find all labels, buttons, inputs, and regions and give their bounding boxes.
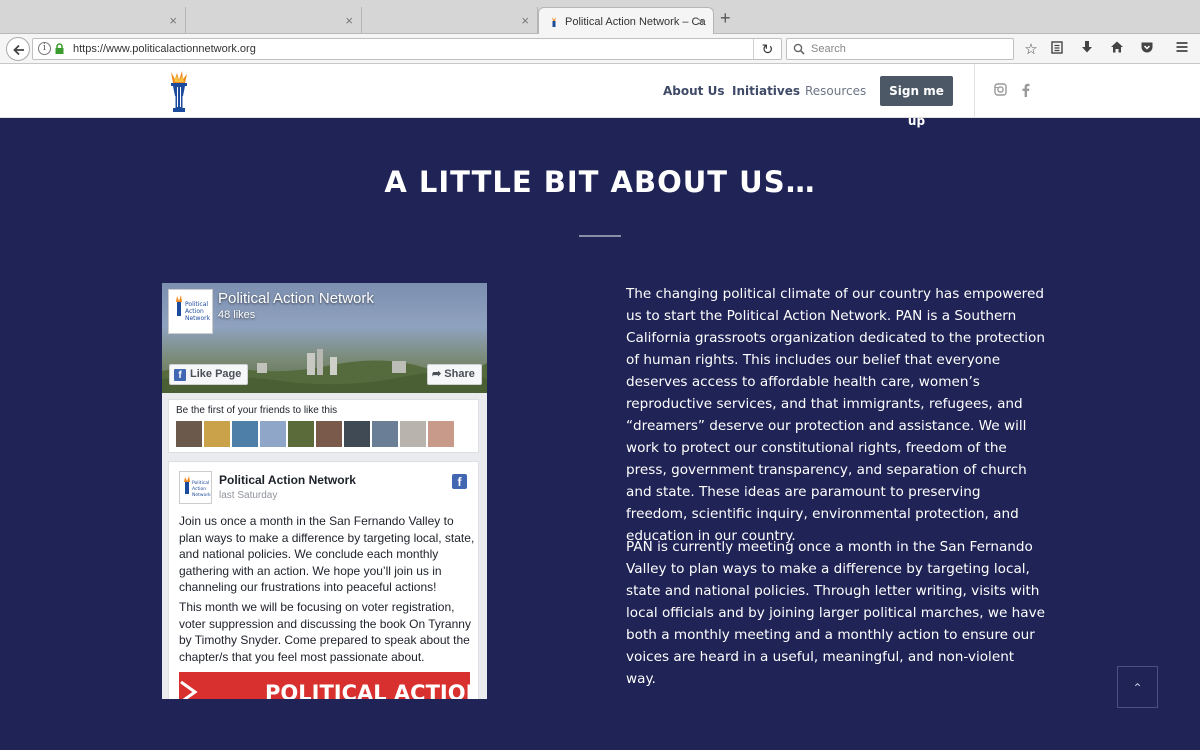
arrow-graphic-icon: [180, 680, 198, 699]
browser-tab[interactable]: ×: [362, 7, 538, 34]
reload-icon[interactable]: ↻: [753, 39, 781, 59]
share-label: Share: [444, 368, 475, 380]
browser-tab[interactable]: ×: [0, 7, 186, 34]
lock-icon: [55, 43, 64, 54]
friend-avatar[interactable]: [232, 421, 258, 447]
post-paragraph: Join us once a month in the San Fernando…: [179, 514, 475, 594]
arrow-left-icon: [13, 44, 24, 56]
friend-avatar[interactable]: [288, 421, 314, 447]
search-icon: [793, 43, 805, 55]
fb-page-name[interactable]: Political Action Network: [218, 290, 374, 307]
bookmark-star-icon[interactable]: ☆: [1022, 40, 1040, 58]
browser-tab[interactable]: ×: [186, 7, 362, 34]
about-paragraph: PAN is currently meeting once a month in…: [626, 539, 1045, 687]
friends-like-box: Be the first of your friends to like thi…: [168, 399, 479, 453]
share-arrow-icon: ➦: [432, 368, 445, 380]
facebook-f-icon: f: [174, 369, 186, 381]
title-divider: [579, 235, 621, 237]
instagram-icon[interactable]: [994, 83, 1007, 99]
like-page-button[interactable]: f Like Page: [169, 364, 249, 385]
share-button[interactable]: ➦ Share: [427, 364, 482, 385]
site-header: About Us Initiatives Resources Sign me u…: [0, 64, 1200, 128]
home-icon[interactable]: [1108, 40, 1126, 58]
facebook-logo-icon[interactable]: f: [452, 474, 467, 489]
search-input[interactable]: Search: [786, 38, 1014, 60]
tab-close-icon[interactable]: ×: [697, 14, 705, 29]
svg-text:Action: Action: [185, 308, 204, 315]
browser-tab-bar: × × × Political Action Network – Ca × +: [0, 0, 1200, 34]
nav-initiatives[interactable]: Initiatives: [732, 84, 800, 98]
url-bar[interactable]: i https://www.politicalactionnetwork.org…: [32, 38, 782, 60]
section-title: A LITTLE BIT ABOUT US…: [384, 165, 816, 199]
post-paragraph: This month we will be focusing on voter …: [179, 600, 471, 664]
post-timestamp[interactable]: last Saturday: [219, 490, 277, 501]
browser-nav-bar: i https://www.politicalactionnetwork.org…: [0, 34, 1200, 64]
page-profile-thumbnail[interactable]: Political Action Network: [168, 289, 213, 334]
nav-resources[interactable]: Resources: [805, 84, 866, 98]
post-banner-text: POLITICAL ACTION: [265, 681, 470, 699]
svg-text:Political: Political: [185, 301, 208, 308]
friend-avatar[interactable]: [316, 421, 342, 447]
new-tab-button[interactable]: +: [720, 9, 731, 27]
like-page-label: Like Page: [190, 368, 242, 380]
chevron-up-icon: ⌃: [1132, 681, 1143, 695]
fb-likes-count: 48 likes: [218, 309, 256, 321]
post-author-name[interactable]: Political Action Network: [219, 473, 356, 487]
about-paragraph: The changing political climate of our co…: [626, 286, 1045, 544]
tab-close-icon[interactable]: ×: [169, 13, 177, 28]
reading-list-icon[interactable]: [1048, 40, 1066, 58]
tab-title: Political Action Network – Ca: [565, 16, 706, 28]
sign-me-up-button[interactable]: Sign me up: [880, 76, 953, 128]
facebook-cover-photo: Political Action Network Political Actio…: [162, 283, 487, 393]
friend-avatar[interactable]: [176, 421, 202, 447]
tab-close-icon[interactable]: ×: [521, 13, 529, 28]
search-placeholder: Search: [811, 43, 846, 55]
svg-text:Network: Network: [192, 492, 211, 498]
post-author-thumbnail[interactable]: Political Action Network: [179, 471, 212, 504]
friend-avatar[interactable]: [204, 421, 230, 447]
svg-text:Network: Network: [185, 315, 211, 322]
tab-close-icon[interactable]: ×: [345, 13, 353, 28]
svg-text:Action: Action: [192, 486, 206, 492]
svg-text:Political: Political: [192, 480, 209, 486]
friend-avatar[interactable]: [260, 421, 286, 447]
torch-logo[interactable]: [165, 70, 193, 114]
download-icon[interactable]: [1078, 40, 1096, 58]
info-icon[interactable]: i: [38, 42, 51, 55]
post-image[interactable]: POLITICAL ACTION: [179, 672, 470, 699]
friend-avatar[interactable]: [400, 421, 426, 447]
nav-about-us[interactable]: About Us: [663, 84, 724, 98]
url-text[interactable]: https://www.politicalactionnetwork.org: [73, 43, 256, 55]
torch-favicon-icon: [552, 17, 556, 27]
scroll-to-top-button[interactable]: ⌃: [1117, 666, 1158, 708]
hamburger-menu-icon[interactable]: [1173, 40, 1191, 58]
facebook-post: Political Action Network Political Actio…: [168, 461, 479, 699]
browser-tab-active[interactable]: Political Action Network – Ca ×: [538, 7, 714, 34]
friend-avatar[interactable]: [372, 421, 398, 447]
facebook-page-widget[interactable]: Political Action Network Political Actio…: [162, 283, 487, 699]
back-button[interactable]: [6, 37, 30, 61]
facebook-icon[interactable]: [1021, 83, 1030, 100]
friends-like-label: Be the first of your friends to like thi…: [176, 405, 338, 416]
header-divider: [974, 64, 975, 118]
friend-avatar[interactable]: [344, 421, 370, 447]
friend-avatar[interactable]: [428, 421, 454, 447]
pocket-icon[interactable]: [1138, 40, 1156, 58]
